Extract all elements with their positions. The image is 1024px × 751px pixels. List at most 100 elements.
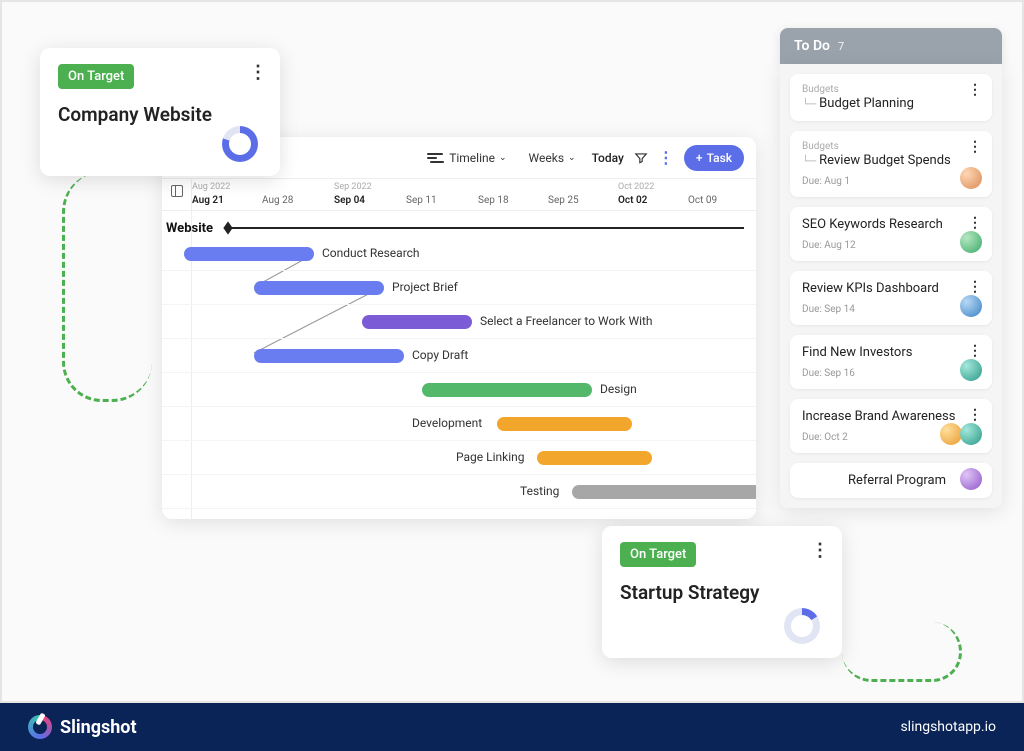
todo-card[interactable]: ⋮SEO Keywords Research Due: Aug 12 (790, 207, 992, 261)
gantt-bar-label: Design (600, 382, 637, 396)
todo-card[interactable]: ⋮Review KPIs Dashboard Due: Sep 14 (790, 271, 992, 325)
avatar (960, 295, 982, 317)
timeline-header: Aug 2022 Sep 2022 Oct 2022 Aug 21 Aug 28… (162, 179, 756, 211)
gantt-row: Development (162, 407, 756, 441)
more-icon[interactable]: ⋮ (968, 215, 982, 231)
avatar (960, 468, 982, 490)
task-title: Review KPIs Dashboard (802, 281, 980, 296)
day-label: Aug 28 (262, 195, 293, 206)
progress-donut (222, 126, 258, 162)
connector-line-1 (62, 172, 152, 402)
todo-card[interactable]: ⋮Increase Brand AwarenessDue: Oct 2 (790, 399, 992, 453)
chevron-down-icon: ⌄ (568, 153, 576, 163)
avatar (960, 423, 982, 445)
task-title: └─Review Budget Spends (802, 153, 980, 168)
project-card-company-website[interactable]: On Target ⋮ Company Website (40, 48, 280, 176)
gantt-bar-label: Project Brief (392, 280, 458, 294)
gantt-bar-label: Page Linking (456, 450, 524, 464)
day-label: Oct 02 (618, 195, 647, 206)
task-title: Increase Brand Awareness (802, 409, 980, 424)
new-task-button[interactable]: + Task (684, 145, 744, 171)
task-title: Find New Investors (802, 345, 980, 360)
logo-icon (28, 715, 52, 739)
more-icon[interactable]: ⋮ (968, 407, 982, 423)
avatar (940, 423, 962, 445)
todo-column: To Do 7 ⋮Budgets└─Budget Planning⋮Budget… (780, 28, 1002, 508)
today-button[interactable]: Today (592, 151, 624, 165)
plus-icon: + (696, 151, 703, 165)
more-icon[interactable]: ⋮ (968, 279, 982, 295)
month-label: Sep 2022 (334, 182, 372, 192)
task-button-label: Task (707, 151, 732, 165)
gantt-row: Conduct Research (162, 237, 756, 271)
task-parent: Budgets (802, 141, 980, 152)
day-label: Aug 21 (192, 195, 224, 206)
gantt-bar-label: Development (412, 416, 482, 430)
footer: Slingshot slingshotapp.io (0, 703, 1024, 751)
gantt-row: Testing (162, 475, 756, 509)
brand: Slingshot (28, 715, 137, 739)
status-badge: On Target (620, 542, 696, 567)
filter-icon[interactable] (634, 151, 648, 165)
gantt-section-line (232, 227, 744, 229)
task-due: Due: Sep 14 (802, 304, 980, 315)
gantt-row: Design (162, 373, 756, 407)
todo-card[interactable]: ⋮Budgets└─Budget Planning (790, 74, 992, 121)
gantt-panel: Timeline ⌄ Weeks ⌄ Today ⋮ + Task Aug 202… (162, 137, 756, 519)
todo-card[interactable]: ⋮Find New Investors Due: Sep 16 (790, 335, 992, 389)
footer-url: slingshotapp.io (900, 719, 996, 735)
connector-line-2 (842, 622, 962, 682)
more-icon[interactable]: ⋮ (249, 62, 266, 83)
gantt-bar-label: Copy Draft (412, 348, 468, 362)
gantt-bar-label: Select a Freelancer to Work With (480, 314, 653, 328)
gantt-bar[interactable] (422, 383, 592, 397)
gantt-bar[interactable] (254, 281, 384, 295)
day-label: Sep 04 (334, 195, 365, 206)
day-label: Sep 18 (478, 195, 509, 206)
more-icon[interactable]: ⋮ (968, 139, 982, 155)
gantt-bar-label: Testing (520, 484, 559, 498)
weeks-label: Weeks (529, 151, 564, 165)
gantt-bar[interactable] (537, 451, 652, 465)
task-due: Due: Sep 16 (802, 368, 980, 379)
timeline-dropdown[interactable]: Timeline ⌄ (421, 147, 512, 169)
gantt-bar-label: Conduct Research (322, 246, 420, 260)
gantt-bar[interactable] (254, 349, 404, 363)
task-title: SEO Keywords Research (802, 217, 980, 232)
project-card-startup-strategy[interactable]: On Target ⋮ Startup Strategy (602, 526, 842, 658)
brand-name: Slingshot (60, 717, 137, 738)
task-parent: Budgets (802, 84, 980, 95)
todo-count: 7 (838, 40, 844, 53)
progress-donut (784, 608, 820, 644)
status-badge: On Target (58, 64, 134, 89)
gantt-row: Select a Freelancer to Work With (162, 305, 756, 339)
more-icon[interactable]: ⋮ (658, 148, 674, 167)
day-label: Sep 25 (548, 195, 579, 206)
todo-card[interactable]: ⋮Referral Program (790, 463, 992, 498)
chevron-down-icon: ⌄ (499, 153, 507, 163)
weeks-dropdown[interactable]: Weeks ⌄ (523, 147, 582, 169)
todo-card[interactable]: ⋮Budgets└─Review Budget Spends Due: Aug 1 (790, 131, 992, 197)
month-label: Oct 2022 (618, 182, 654, 192)
task-due: Due: Aug 1 (802, 176, 980, 187)
timeline-icon (427, 153, 445, 163)
day-label: Sep 11 (406, 195, 437, 206)
more-icon[interactable]: ⋮ (968, 343, 982, 359)
avatar (960, 167, 982, 189)
gantt-bar[interactable] (184, 247, 314, 261)
day-label: Oct 09 (688, 195, 717, 206)
project-title: Startup Strategy (620, 581, 824, 604)
todo-header: To Do 7 (780, 28, 1002, 64)
gantt-row: Copy Draft (162, 339, 756, 373)
avatar (960, 359, 982, 381)
timeline-label: Timeline (449, 151, 495, 165)
more-icon[interactable]: ⋮ (968, 82, 982, 98)
gantt-bar[interactable] (572, 485, 756, 499)
gantt-bar[interactable] (497, 417, 632, 431)
gantt-section-title: Website (166, 221, 213, 236)
task-due: Due: Aug 12 (802, 240, 980, 251)
gantt-bar[interactable] (362, 315, 472, 329)
project-title: Company Website (58, 103, 262, 126)
more-icon[interactable]: ⋮ (811, 540, 828, 561)
gantt-row: Project Brief (162, 271, 756, 305)
